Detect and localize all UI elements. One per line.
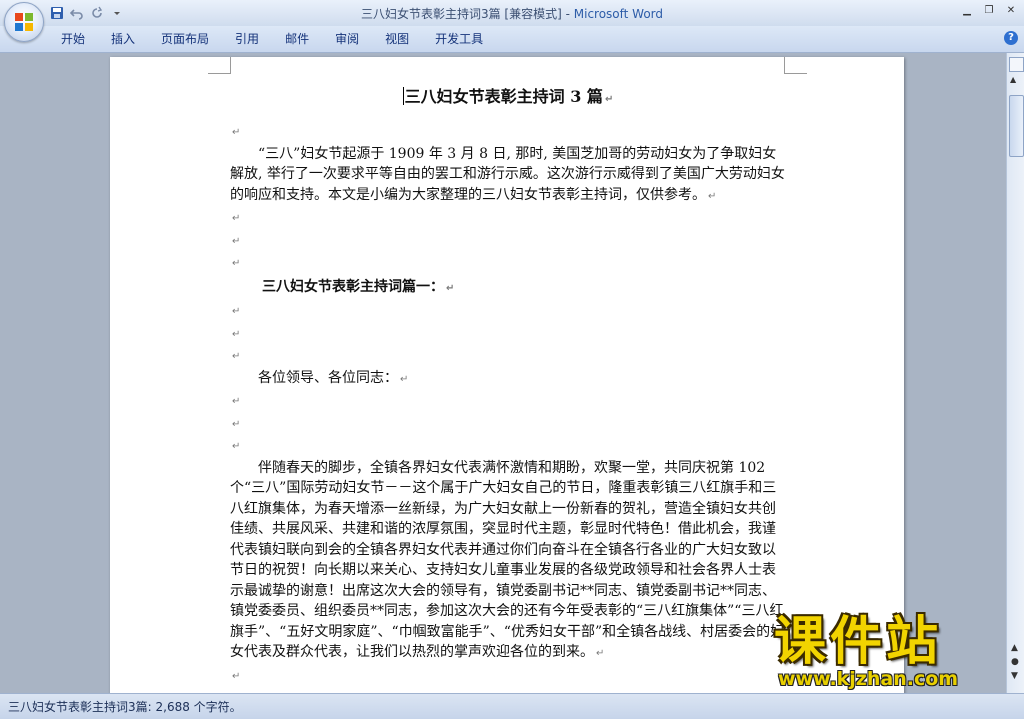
app-name: Microsoft Word (573, 7, 664, 21)
tab-insert[interactable]: 插入 (98, 26, 148, 52)
empty-paragraph: ↵ (230, 323, 786, 346)
empty-paragraph: ↵ (230, 121, 786, 144)
office-logo-icon (15, 13, 33, 31)
section-heading-text: 三八妇女节表彰主持词篇一： (262, 278, 444, 295)
vertical-scrollbar[interactable]: ▲ ▲ ● ▼ (1006, 53, 1024, 693)
intro-text: “三八”妇女节起源于 1909 年 3 月 8 日, 那时, 美国芝加哥的劳动妇… (230, 145, 785, 203)
tab-mailings[interactable]: 邮件 (272, 26, 322, 52)
paragraph-mark: ↵ (232, 213, 241, 224)
status-bar: 三八妇女节表彰主持词3篇: 2,688 个字符。 (0, 693, 1024, 719)
title-bar: 三八妇女节表彰主持词3篇 [兼容模式] - Microsoft Word ▁ ❐… (0, 0, 1024, 42)
paragraph-mark: ↵ (232, 441, 241, 452)
tab-view[interactable]: 视图 (372, 26, 422, 52)
tab-home[interactable]: 开始 (48, 26, 98, 52)
ribbon-tabs: 开始 插入 页面布局 引用 邮件 审阅 视图 开发工具 (48, 26, 496, 52)
empty-paragraph: ↵ (230, 345, 786, 368)
restore-button[interactable]: ❐ (980, 3, 998, 19)
watermark-url: www.kjzhan.com (778, 668, 959, 690)
document-name: 三八妇女节表彰主持词3篇 [兼容模式] (360, 7, 562, 21)
view-ruler-icon[interactable] (1009, 57, 1024, 72)
margin-corner-top-right (784, 57, 807, 74)
empty-paragraph: ↵ (230, 435, 786, 458)
document-title: 三八妇女节表彰主持词 3 篇 ↵ (230, 81, 786, 113)
paragraph-mark: ↵ (232, 235, 241, 247)
greeting-text: 各位领导、各位同志： (258, 369, 398, 386)
empty-paragraph: ↵ (230, 390, 786, 413)
window-title: 三八妇女节表彰主持词3篇 [兼容模式] - Microsoft Word (0, 5, 1024, 22)
empty-paragraph: ↵ (230, 413, 786, 436)
tab-page-layout[interactable]: 页面布局 (148, 26, 222, 52)
tab-developer[interactable]: 开发工具 (422, 26, 496, 52)
scrollbar-thumb[interactable] (1009, 95, 1024, 157)
paragraph-mark: ↵ (232, 670, 241, 682)
office-button[interactable] (4, 2, 44, 42)
body-paragraph: 伴随春天的脚步，全镇各界妇女代表满怀激情和期盼，欢聚一堂，共同庆祝第 102 个… (230, 458, 786, 665)
paragraph-mark: ↵ (232, 396, 241, 407)
paragraph-mark: ↵ (232, 418, 241, 430)
paragraph-mark: ↵ (232, 306, 241, 317)
margin-corner-top-left (208, 57, 231, 74)
watermark-logo: 课件站 www.kjzhan.com (770, 612, 1020, 692)
tab-references[interactable]: 引用 (222, 26, 272, 52)
title-separator: - (561, 7, 574, 21)
empty-paragraph: ↵ (230, 252, 786, 275)
body-text: 伴随春天的脚步，全镇各界妇女代表满怀激情和期盼，欢聚一堂，共同庆祝第 102 个… (230, 459, 785, 661)
text-cursor (402, 87, 404, 105)
ribbon-tab-bar: 开始 插入 页面布局 引用 邮件 审阅 视图 开发工具 ? (0, 26, 1024, 53)
greeting-paragraph: 各位领导、各位同志： ↵ (230, 368, 786, 391)
section-heading: 三八妇女节表彰主持词篇一： ↵ (230, 277, 786, 300)
watermark-text: 课件站 (774, 612, 943, 672)
paragraph-mark: ↵ (232, 127, 241, 138)
empty-paragraph: ↵ (230, 207, 786, 230)
paragraph-mark: ↵ (604, 94, 614, 105)
window-controls: ▁ ❐ ✕ (958, 3, 1020, 19)
empty-paragraph: ↵ (230, 230, 786, 253)
close-button[interactable]: ✕ (1002, 3, 1020, 19)
paragraph-mark: ↵ (400, 373, 409, 385)
intro-paragraph: “三八”妇女节起源于 1909 年 3 月 8 日, 那时, 美国芝加哥的劳动妇… (230, 144, 786, 208)
paragraph-mark: ↵ (708, 190, 717, 202)
document-title-text: 三八妇女节表彰主持词 3 篇 (404, 87, 603, 106)
paragraph-mark: ↵ (232, 351, 241, 362)
minimize-button[interactable]: ▁ (958, 3, 976, 19)
paragraph-mark: ↵ (232, 328, 241, 340)
paragraph-mark: ↵ (596, 648, 605, 659)
word-count-status[interactable]: 三八妇女节表彰主持词3篇: 2,688 个字符。 (8, 698, 242, 715)
help-icon[interactable]: ? (1004, 31, 1018, 45)
paragraph-mark: ↵ (232, 258, 241, 269)
document-workspace: 三八妇女节表彰主持词 3 篇 ↵ ↵ “三八”妇女节起源于 1909 年 3 月 … (0, 53, 1006, 693)
scroll-up-icon[interactable]: ▲ (1010, 75, 1016, 84)
paragraph-mark: ↵ (446, 282, 455, 294)
document-page[interactable]: 三八妇女节表彰主持词 3 篇 ↵ ↵ “三八”妇女节起源于 1909 年 3 月 … (110, 57, 904, 693)
empty-paragraph: ↵ (230, 300, 786, 323)
tab-review[interactable]: 审阅 (322, 26, 372, 52)
document-body[interactable]: 三八妇女节表彰主持词 3 篇 ↵ ↵ “三八”妇女节起源于 1909 年 3 月 … (230, 81, 786, 693)
empty-paragraph: ↵ (230, 665, 786, 688)
